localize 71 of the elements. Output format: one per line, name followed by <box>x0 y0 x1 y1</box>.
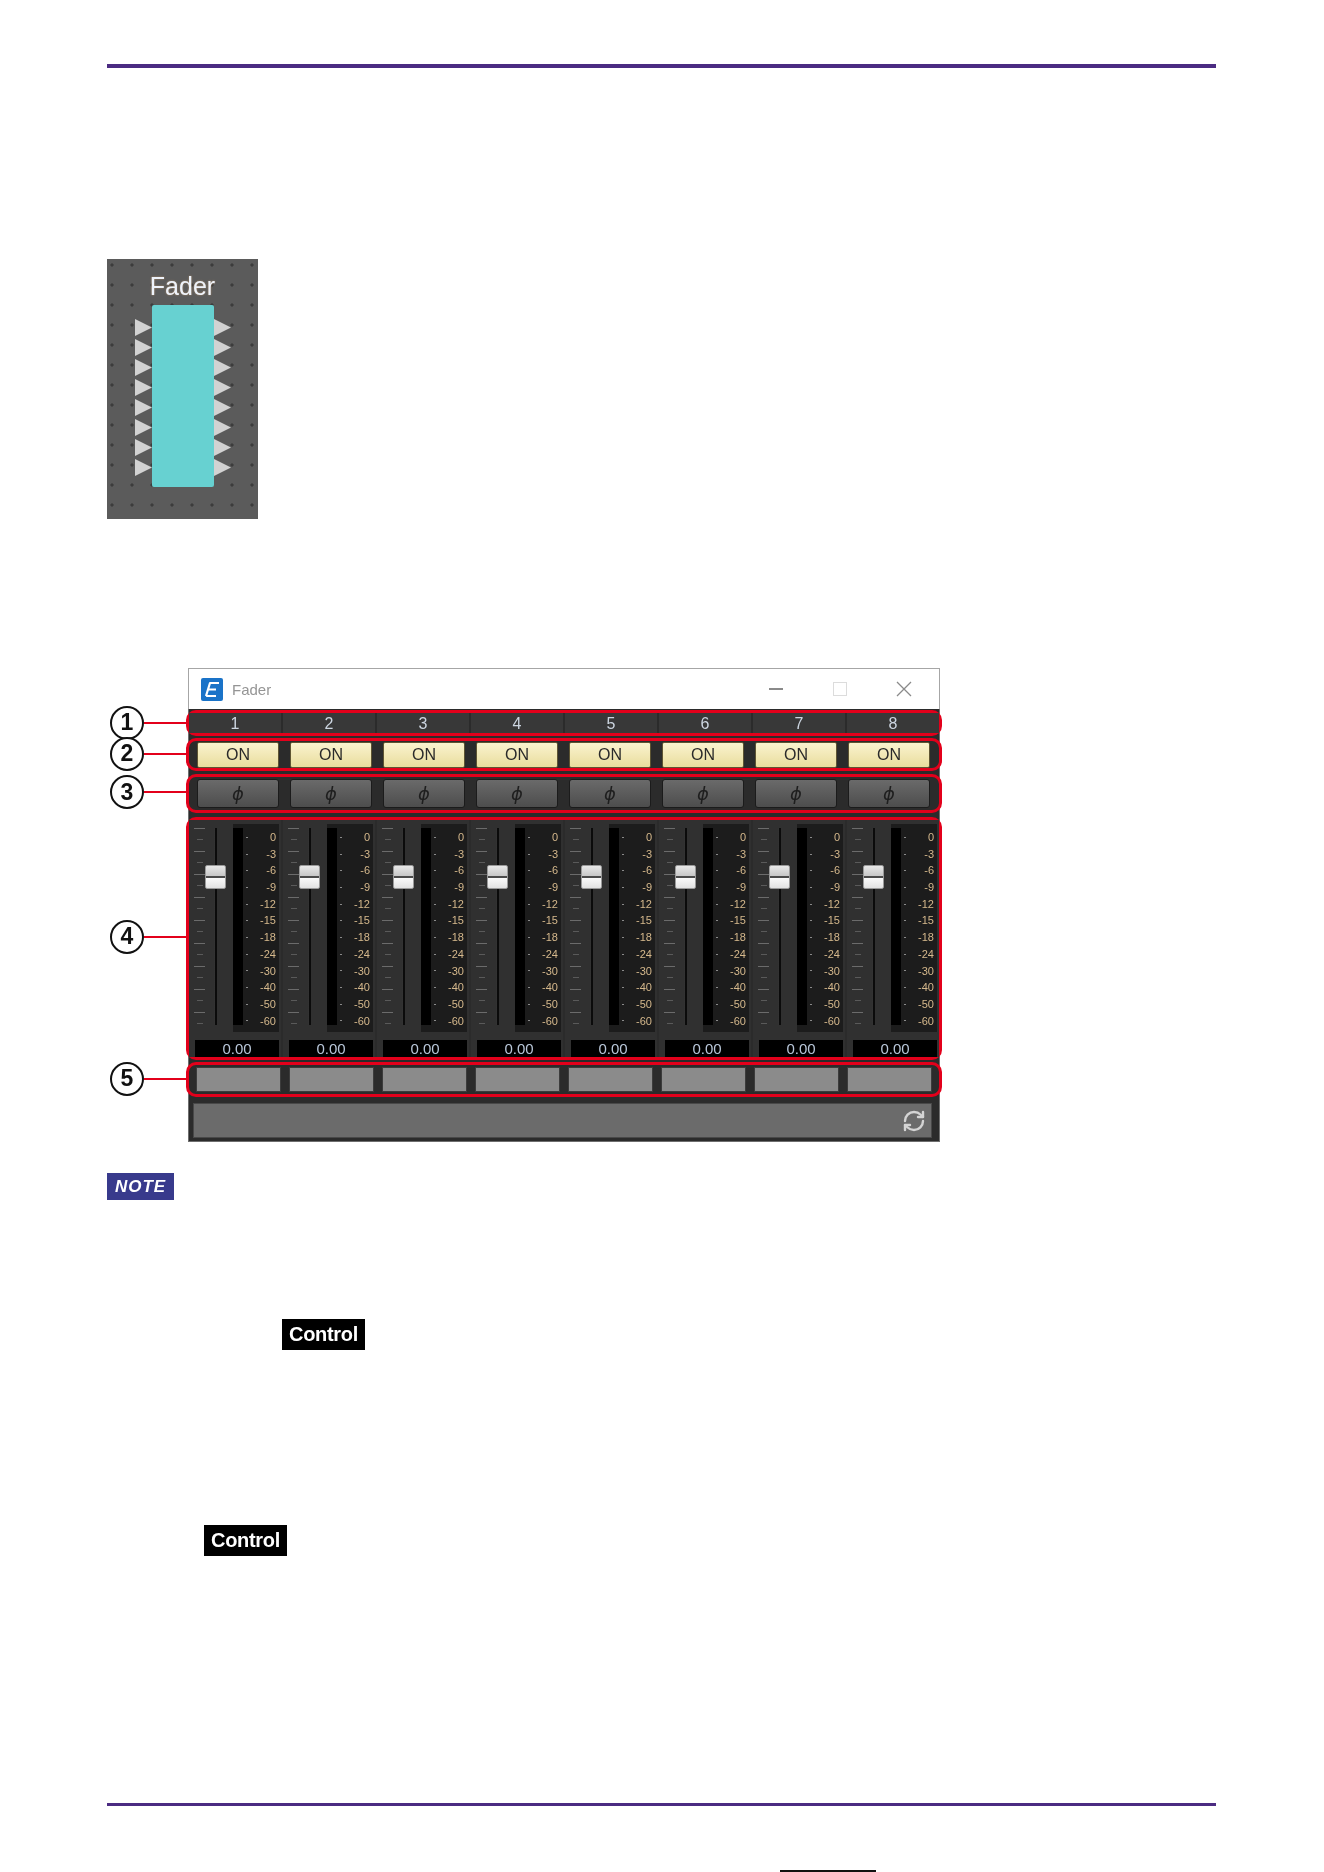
name-field[interactable] <box>568 1067 653 1092</box>
gain-value: 0.00 <box>665 1040 749 1057</box>
refresh-icon[interactable] <box>902 1108 926 1133</box>
channel-number: 1 <box>189 713 281 733</box>
name-field[interactable] <box>847 1067 932 1092</box>
on-button[interactable]: ON <box>569 741 651 768</box>
fader-thumb[interactable] <box>863 865 884 890</box>
input-port-icon <box>134 339 152 356</box>
app-logo-icon <box>201 677 223 701</box>
input-port-icon <box>134 359 152 376</box>
control-tag: Control <box>282 1319 365 1350</box>
channel-number: 7 <box>753 713 845 733</box>
channel-number: 5 <box>565 713 657 733</box>
output-port-icon <box>213 339 231 356</box>
channel-number: 3 <box>377 713 469 733</box>
on-button[interactable]: ON <box>383 741 465 768</box>
channel-number: 2 <box>283 713 375 733</box>
output-port-icon <box>213 459 231 476</box>
window-title: Fader <box>232 680 272 698</box>
fader-thumb[interactable] <box>487 865 508 890</box>
output-port-icon <box>213 359 231 376</box>
on-button[interactable]: ON <box>848 741 930 768</box>
callout-number: 5 <box>110 1061 144 1096</box>
on-button[interactable]: ON <box>476 741 558 768</box>
fader-thumb[interactable] <box>675 865 696 890</box>
gain-value: 0.00 <box>289 1040 373 1057</box>
gain-value: 0.00 <box>853 1040 937 1057</box>
fader-thumb[interactable] <box>769 865 790 890</box>
input-port-icon <box>134 439 152 456</box>
minimize-icon <box>769 688 783 690</box>
close-icon <box>896 681 912 697</box>
callout-number: 1 <box>110 705 144 740</box>
name-field[interactable] <box>289 1067 374 1092</box>
output-port-icon <box>213 419 231 436</box>
output-port-icon <box>213 379 231 396</box>
input-port-icon <box>134 459 152 476</box>
gain-value: 0.00 <box>477 1040 561 1057</box>
component-title: Fader <box>149 271 216 301</box>
channel-number: 8 <box>847 713 939 733</box>
output-port-icon <box>213 399 231 416</box>
name-field[interactable] <box>382 1067 467 1092</box>
channel-number: 6 <box>659 713 751 733</box>
maximize-icon <box>833 682 847 696</box>
name-field[interactable] <box>661 1067 746 1092</box>
control-tag: Control <box>204 1525 287 1556</box>
callout-number: 2 <box>110 736 144 771</box>
on-button[interactable]: ON <box>290 741 372 768</box>
fader-thumb[interactable] <box>581 865 602 890</box>
input-port-icon <box>134 399 152 416</box>
fader-thumb[interactable] <box>205 865 226 890</box>
name-field[interactable] <box>475 1067 560 1092</box>
callout-number: 3 <box>110 775 144 809</box>
input-port-icon <box>134 319 152 336</box>
input-port-icon <box>134 419 152 436</box>
channel-number: 4 <box>471 713 563 733</box>
callout-number: 4 <box>110 919 144 954</box>
name-field[interactable] <box>196 1067 281 1092</box>
gain-value: 0.00 <box>759 1040 843 1057</box>
output-port-icon <box>213 439 231 456</box>
name-field[interactable] <box>754 1067 839 1092</box>
on-button[interactable]: ON <box>755 741 837 768</box>
on-button[interactable]: ON <box>662 741 744 768</box>
on-button[interactable]: ON <box>197 741 279 768</box>
output-port-icon <box>213 319 231 336</box>
input-port-icon <box>134 379 152 396</box>
fader-thumb[interactable] <box>299 865 320 890</box>
fader-thumb[interactable] <box>393 865 414 890</box>
gain-value: 0.00 <box>383 1040 467 1057</box>
gain-value: 0.00 <box>195 1040 279 1057</box>
note-badge: NOTE <box>107 1173 174 1200</box>
gain-value: 0.00 <box>571 1040 655 1057</box>
